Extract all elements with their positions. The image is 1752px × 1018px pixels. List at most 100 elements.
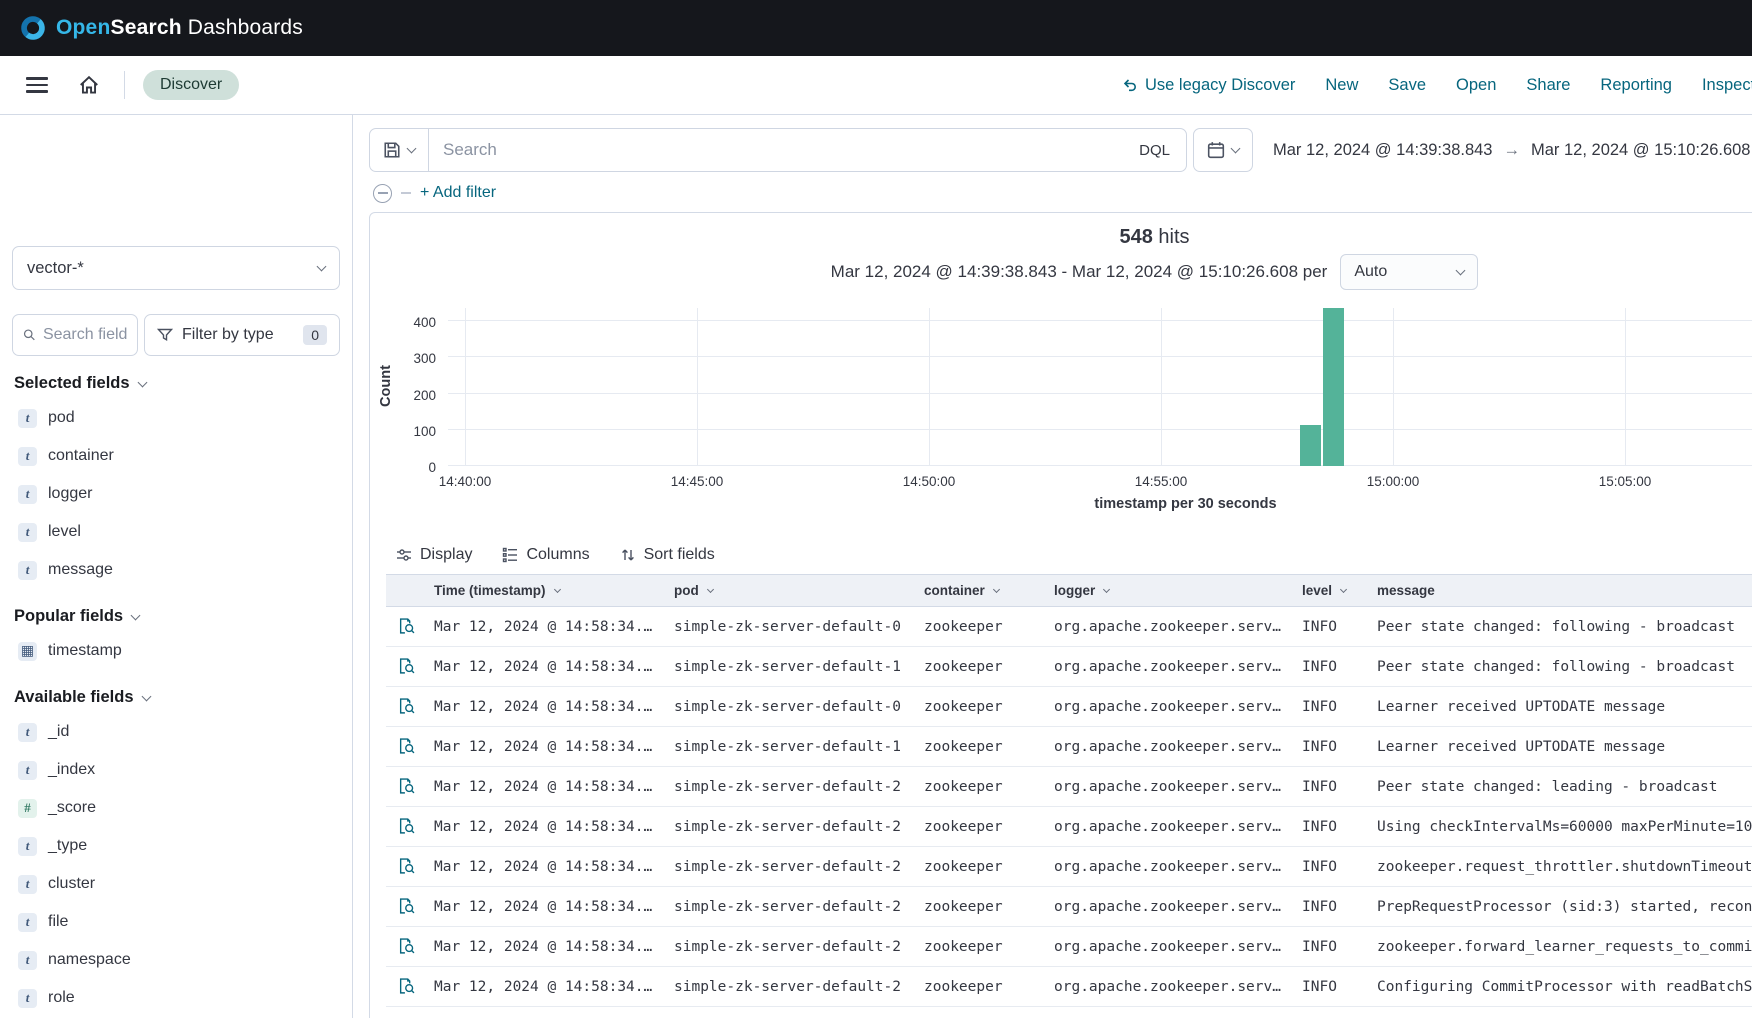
histogram-bar[interactable] bbox=[1323, 308, 1344, 466]
field-item[interactable]: t _index bbox=[12, 751, 340, 789]
filter-by-type-button[interactable]: Filter by type 0 bbox=[144, 314, 340, 356]
cell-logger: org.apache.zookeeper.serv… bbox=[1046, 979, 1294, 995]
histogram-bar[interactable] bbox=[1300, 425, 1321, 466]
x-tick-label: 15:00:00 bbox=[1367, 474, 1420, 489]
nav-link[interactable]: Save bbox=[1388, 76, 1426, 95]
x-tick-label: 14:55:00 bbox=[1135, 474, 1188, 489]
date-range[interactable]: Mar 12, 2024 @ 14:39:38.843 → Mar 12, 20… bbox=[1273, 141, 1751, 160]
nav-link[interactable]: Reporting bbox=[1600, 76, 1672, 95]
field-type-icon: t bbox=[18, 837, 37, 856]
y-tick-label: 0 bbox=[392, 460, 436, 475]
search-input[interactable] bbox=[429, 129, 1123, 171]
chevron-down-icon bbox=[1340, 586, 1347, 593]
display-button[interactable]: Display bbox=[396, 546, 472, 564]
field-item[interactable]: t namespace bbox=[12, 941, 340, 979]
cell-level: INFO bbox=[1294, 979, 1369, 995]
cell-message: Peer state changed: following - broadcas… bbox=[1369, 659, 1752, 675]
field-item[interactable]: t role bbox=[12, 979, 340, 1017]
cell-time: Mar 12, 2024 @ 14:58:34.… bbox=[426, 739, 666, 755]
chevron-down-icon bbox=[1231, 144, 1241, 154]
field-type-icon: t bbox=[18, 523, 37, 542]
nav-link[interactable]: Open bbox=[1456, 76, 1496, 95]
inspect-document-icon[interactable] bbox=[398, 738, 415, 755]
available-fields-list: t _id t _index # _score t _type bbox=[12, 713, 340, 1017]
column-header-container[interactable]: container bbox=[916, 583, 1046, 598]
column-header-logger[interactable]: logger bbox=[1046, 583, 1294, 598]
nav-link[interactable]: Inspect bbox=[1702, 76, 1752, 95]
inspect-document-icon[interactable] bbox=[398, 818, 415, 835]
index-pattern-selector[interactable]: vector-* bbox=[12, 246, 340, 290]
inspect-document-icon[interactable] bbox=[398, 618, 415, 635]
field-item[interactable]: t _type bbox=[12, 827, 340, 865]
cell-container: zookeeper bbox=[916, 659, 1046, 675]
hits-count: 548 bbox=[1119, 226, 1152, 248]
sort-fields-button[interactable]: Sort fields bbox=[620, 546, 715, 564]
cell-logger: org.apache.zookeeper.serv… bbox=[1046, 939, 1294, 955]
opensearch-logo-icon bbox=[20, 15, 46, 41]
use-legacy-discover-label: Use legacy Discover bbox=[1145, 76, 1295, 95]
cell-pod: simple-zk-server-default-1 bbox=[666, 739, 916, 755]
display-options-icon bbox=[396, 547, 412, 563]
field-name: _index bbox=[48, 761, 95, 779]
inspect-document-icon[interactable] bbox=[398, 858, 415, 875]
histogram-plot[interactable]: 010020030040014:40:0014:45:0014:50:0014:… bbox=[448, 308, 1752, 466]
cell-pod: simple-zk-server-default-2 bbox=[666, 859, 916, 875]
field-search-input[interactable] bbox=[43, 326, 127, 344]
columns-button[interactable]: Columns bbox=[502, 546, 589, 564]
nav-link[interactable]: New bbox=[1325, 76, 1358, 95]
use-legacy-discover-link[interactable]: Use legacy Discover bbox=[1122, 76, 1295, 95]
menu-icon[interactable] bbox=[26, 77, 48, 93]
display-label: Display bbox=[420, 546, 472, 564]
opensearch-logo[interactable]: OpenSearch Dashboards bbox=[20, 15, 303, 41]
inspect-document-icon[interactable] bbox=[398, 778, 415, 795]
field-item[interactable]: t _id bbox=[12, 713, 340, 751]
filter-divider bbox=[401, 192, 411, 194]
gridline bbox=[448, 429, 1752, 430]
field-item[interactable]: t message bbox=[12, 551, 340, 589]
column-header-time[interactable]: Time (timestamp) bbox=[426, 583, 666, 598]
cell-container: zookeeper bbox=[916, 819, 1046, 835]
hits-label: hits bbox=[1158, 226, 1189, 248]
column-header-message[interactable]: message bbox=[1369, 583, 1752, 598]
column-header-level[interactable]: level bbox=[1294, 583, 1369, 598]
column-header-pod[interactable]: pod bbox=[666, 583, 916, 598]
cell-pod: simple-zk-server-default-2 bbox=[666, 779, 916, 795]
cell-logger: org.apache.zookeeper.serv… bbox=[1046, 619, 1294, 635]
table-row: Mar 12, 2024 @ 14:58:34.… simple-zk-serv… bbox=[386, 607, 1752, 647]
field-type-icon: t bbox=[18, 951, 37, 970]
interval-select[interactable]: Auto bbox=[1340, 254, 1478, 290]
field-item[interactable]: # _score bbox=[12, 789, 340, 827]
filter-options-icon[interactable] bbox=[373, 184, 392, 203]
gridline bbox=[697, 308, 698, 466]
nav-link[interactable]: Share bbox=[1526, 76, 1570, 95]
field-item[interactable]: t pod bbox=[12, 399, 340, 437]
date-picker-button[interactable] bbox=[1193, 128, 1253, 172]
cell-message: Configuring CommitProcessor with readBat… bbox=[1369, 979, 1752, 995]
cell-logger: org.apache.zookeeper.serv… bbox=[1046, 739, 1294, 755]
chevron-down-icon bbox=[141, 691, 151, 701]
cell-pod: simple-zk-server-default-2 bbox=[666, 899, 916, 915]
field-item[interactable]: t level bbox=[12, 513, 340, 551]
cell-message: PrepRequestProcessor (sid:3) started, re… bbox=[1369, 899, 1752, 915]
inspect-document-icon[interactable] bbox=[398, 978, 415, 995]
query-language-button[interactable]: DQL bbox=[1123, 129, 1186, 171]
inspect-document-icon[interactable] bbox=[398, 898, 415, 915]
field-item[interactable]: t logger bbox=[12, 475, 340, 513]
inspect-document-icon[interactable] bbox=[398, 658, 415, 675]
home-icon[interactable] bbox=[78, 74, 100, 96]
field-item[interactable]: t container bbox=[12, 437, 340, 475]
chevron-down-icon bbox=[993, 586, 1000, 593]
table-body: Mar 12, 2024 @ 14:58:34.… simple-zk-serv… bbox=[386, 607, 1752, 1007]
popular-fields-header[interactable]: Popular fields bbox=[12, 607, 340, 626]
cell-container: zookeeper bbox=[916, 899, 1046, 915]
add-filter-link[interactable]: + Add filter bbox=[420, 184, 496, 202]
field-item[interactable]: t file bbox=[12, 903, 340, 941]
selected-fields-header[interactable]: Selected fields bbox=[12, 374, 340, 393]
saved-query-button[interactable] bbox=[370, 129, 429, 171]
field-item[interactable]: t cluster bbox=[12, 865, 340, 903]
available-fields-header[interactable]: Available fields bbox=[12, 688, 340, 707]
inspect-document-icon[interactable] bbox=[398, 938, 415, 955]
inspect-document-icon[interactable] bbox=[398, 698, 415, 715]
cell-time: Mar 12, 2024 @ 14:58:34.… bbox=[426, 939, 666, 955]
field-item[interactable]: ▦ timestamp bbox=[12, 632, 340, 670]
